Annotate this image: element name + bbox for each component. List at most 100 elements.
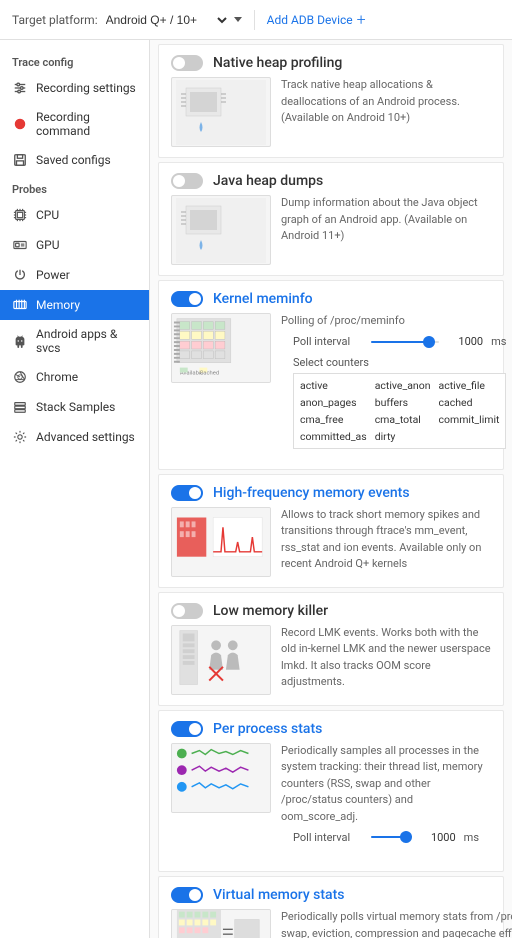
- high-freq-image: [171, 507, 271, 577]
- kernel-meminfo-image: Available Cached: [171, 313, 271, 383]
- per-process-poll-row: Poll interval 1000 ms: [293, 829, 479, 845]
- top-bar-divider: [254, 10, 255, 30]
- probe-java-heap-header: Java heap dumps: [159, 163, 503, 195]
- native-heap-toggle[interactable]: [171, 55, 203, 71]
- probe-kernel-meminfo-body: Available Cached Polling of /proc/meminf…: [159, 313, 503, 469]
- per-process-title: Per process stats: [213, 721, 322, 737]
- java-heap-title: Java heap dumps: [213, 173, 323, 189]
- counter-dirty[interactable]: dirty: [375, 429, 431, 444]
- probe-native-heap-body: Track native heap allocations & dealloca…: [159, 77, 503, 157]
- high-freq-title: High-frequency memory events: [213, 485, 410, 501]
- native-heap-image: [171, 77, 271, 147]
- sidebar-item-gpu[interactable]: GPU: [0, 230, 149, 260]
- stack-samples-label: Stack Samples: [36, 400, 115, 414]
- probe-kernel-meminfo-header: Kernel meminfo: [159, 281, 503, 313]
- sidebar-item-stack-samples[interactable]: Stack Samples: [0, 392, 149, 422]
- low-memory-toggle[interactable]: [171, 603, 203, 619]
- android-apps-label: Android apps & svcs: [36, 327, 137, 355]
- probe-per-process: Per process stats Perio: [158, 710, 504, 873]
- main-content: Native heap profiling: [150, 40, 512, 938]
- per-process-poll-value: 1000: [420, 831, 456, 844]
- memory-icon: [12, 297, 28, 313]
- probe-virtual-memory: Virtual memory stats: [158, 876, 504, 938]
- sliders-icon: [12, 80, 28, 96]
- save-icon: [12, 152, 28, 168]
- platform-dropdown-arrow: [234, 17, 242, 22]
- trace-config-label: Trace config: [0, 48, 149, 73]
- per-process-settings: Poll interval 1000 ms: [281, 825, 491, 861]
- native-heap-title: Native heap profiling: [213, 55, 342, 71]
- probe-low-memory-header: Low memory killer: [159, 593, 503, 625]
- per-process-poll-label: Poll interval: [293, 831, 363, 844]
- platform-select[interactable]: Android Q+ / 10+: [102, 12, 230, 28]
- probe-java-heap-body: Dump information about the Java object g…: [159, 195, 503, 275]
- counter-commit-limit[interactable]: commit_limit: [439, 412, 500, 427]
- gear-icon: [12, 429, 28, 445]
- add-icon: +: [357, 12, 366, 28]
- probes-label: Probes: [0, 175, 149, 200]
- java-heap-image: [171, 195, 271, 265]
- sidebar-item-power[interactable]: Power: [0, 260, 149, 290]
- add-adb-label: Add ADB Device: [267, 13, 353, 27]
- counter-cma-free[interactable]: cma_free: [300, 412, 367, 427]
- high-freq-toggle[interactable]: [171, 485, 203, 501]
- kernel-meminfo-toggle[interactable]: [171, 291, 203, 307]
- gpu-label: GPU: [36, 238, 60, 252]
- power-icon: [12, 267, 28, 283]
- poll-label: Poll interval: [293, 335, 363, 348]
- counter-committed-as[interactable]: committed_as: [300, 429, 367, 444]
- sidebar-item-cpu[interactable]: CPU: [0, 200, 149, 230]
- virtual-memory-image: [171, 909, 271, 938]
- counter-buffers[interactable]: buffers: [375, 395, 431, 410]
- sidebar-item-memory[interactable]: Memory: [0, 290, 149, 320]
- top-bar: Target platform: Android Q+ / 10+ Add AD…: [0, 0, 512, 40]
- sidebar: Trace config Recording settings Recordin…: [0, 40, 150, 938]
- counter-active-file[interactable]: active_file: [439, 378, 500, 393]
- poll-interval-row: Poll interval 1000 ms: [293, 334, 506, 350]
- sidebar-item-android-apps[interactable]: Android apps & svcs: [0, 320, 149, 362]
- per-process-poll-unit: ms: [464, 831, 479, 844]
- counter-cma-total[interactable]: cma_total: [375, 412, 431, 427]
- kernel-meminfo-title: Kernel meminfo: [213, 291, 313, 307]
- add-adb-button[interactable]: Add ADB Device +: [267, 12, 366, 28]
- counter-active[interactable]: active: [300, 378, 367, 393]
- virtual-memory-toggle[interactable]: [171, 887, 203, 903]
- probe-low-memory-body: Record LMK events. Works both with the o…: [159, 625, 503, 705]
- sidebar-item-recording-command[interactable]: Recording command: [0, 103, 149, 145]
- probe-low-memory: Low memory killer: [158, 592, 504, 706]
- cpu-icon: [12, 207, 28, 223]
- native-heap-desc: Track native heap allocations & dealloca…: [281, 77, 491, 147]
- counter-anon-pages[interactable]: anon_pages: [300, 395, 367, 410]
- sidebar-item-saved-configs[interactable]: Saved configs: [0, 145, 149, 175]
- probe-virtual-memory-header: Virtual memory stats: [159, 877, 503, 909]
- per-process-slider[interactable]: [371, 829, 412, 845]
- counter-cached[interactable]: cached: [439, 395, 500, 410]
- probe-virtual-memory-body: Periodically polls virtual memory stats …: [159, 909, 503, 938]
- memory-label: Memory: [36, 298, 80, 312]
- low-memory-image: [171, 625, 271, 695]
- per-process-desc: Periodically samples all processes in th…: [281, 743, 491, 826]
- counters-grid: active active_anon active_file anon_page…: [293, 373, 506, 449]
- low-memory-title: Low memory killer: [213, 603, 328, 619]
- chrome-icon: [12, 369, 28, 385]
- virtual-memory-desc: Periodically polls virtual memory stats …: [281, 909, 512, 938]
- sidebar-item-recording-settings[interactable]: Recording settings: [0, 73, 149, 103]
- per-process-toggle[interactable]: [171, 721, 203, 737]
- sidebar-item-advanced-settings[interactable]: Advanced settings: [0, 422, 149, 452]
- kernel-meminfo-settings: Poll interval 1000 ms Select counters: [281, 330, 512, 459]
- probe-high-freq: High-frequency memory events: [158, 474, 504, 588]
- probe-native-heap-header: Native heap profiling: [159, 45, 503, 77]
- recording-command-label: Recording command: [36, 110, 137, 138]
- kernel-meminfo-desc: Polling of /proc/meminfo: [281, 313, 512, 330]
- counter-active-anon[interactable]: active_anon: [375, 378, 431, 393]
- java-heap-toggle[interactable]: [171, 173, 203, 189]
- low-memory-desc: Record LMK events. Works both with the o…: [281, 625, 491, 695]
- poll-value: 1000: [447, 335, 483, 348]
- power-label: Power: [36, 268, 70, 282]
- probe-per-process-header: Per process stats: [159, 711, 503, 743]
- advanced-settings-label: Advanced settings: [36, 430, 135, 444]
- saved-configs-label: Saved configs: [36, 153, 111, 167]
- sidebar-item-chrome[interactable]: Chrome: [0, 362, 149, 392]
- poll-slider[interactable]: [371, 334, 439, 350]
- probe-native-heap: Native heap profiling: [158, 44, 504, 158]
